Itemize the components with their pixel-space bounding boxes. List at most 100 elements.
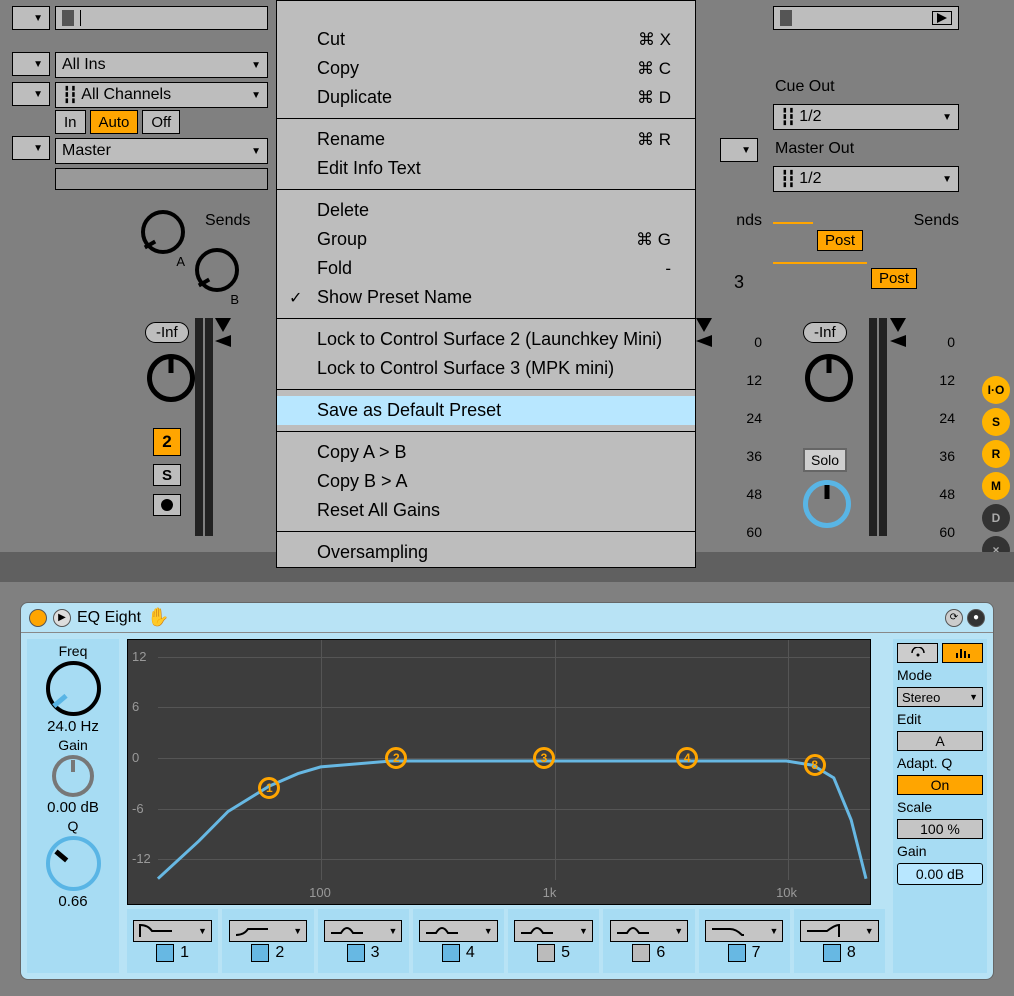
sends-label-2: nds (736, 212, 762, 230)
master-clip-slot[interactable] (773, 6, 959, 30)
gain-knob[interactable] (52, 755, 94, 797)
band-1-type[interactable]: ▼ (133, 920, 211, 942)
device-on-icon[interactable] (29, 609, 47, 627)
band-7-type[interactable]: ▼ (705, 920, 783, 942)
band-3-type[interactable]: ▼ (324, 920, 402, 942)
freq-knob[interactable] (46, 661, 101, 716)
menu-show-preset-name[interactable]: Show Preset Name (277, 283, 695, 312)
monitor-auto[interactable]: Auto (90, 110, 139, 134)
cue-out[interactable]: ┇┇1/2 (773, 104, 959, 130)
sends-label: Sends (205, 212, 250, 230)
monitor-off[interactable]: Off (142, 110, 180, 134)
meter-l (195, 318, 203, 536)
rail-r[interactable]: R (982, 440, 1010, 468)
menu-lock-to-control-surface-3-mpk-mini-[interactable]: Lock to Control Surface 3 (MPK mini) (277, 354, 695, 383)
master-out[interactable]: ┇┇1/2 (773, 166, 959, 192)
menu-group[interactable]: Group⌘ G (277, 225, 695, 254)
fader-left-icon-2[interactable] (696, 335, 712, 347)
solo-button[interactable]: S (153, 464, 181, 486)
audition-button[interactable] (897, 643, 938, 663)
band-4-type[interactable]: ▼ (419, 920, 497, 942)
track-dd-1[interactable] (12, 6, 50, 30)
band-2-type[interactable]: ▼ (229, 920, 307, 942)
menu-rename[interactable]: Rename⌘ R (277, 125, 695, 154)
scale-value[interactable]: 100 % (897, 819, 983, 839)
post-a[interactable]: Post (817, 230, 863, 251)
freq-value[interactable]: 24.0 Hz (47, 718, 99, 735)
output-sub[interactable] (55, 168, 268, 190)
track-dd-4[interactable] (12, 136, 50, 160)
track-activator[interactable]: 2 (153, 428, 181, 456)
pan-knob[interactable] (147, 354, 195, 402)
menu-lock-to-control-surface-2-launchkey-mini-[interactable]: Lock to Control Surface 2 (Launchkey Min… (277, 325, 695, 354)
device-refresh-icon[interactable]: ⟳ (945, 609, 963, 627)
outgain-value[interactable]: 0.00 dB (897, 863, 983, 885)
eq-node-3[interactable]: 3 (533, 747, 555, 769)
master-solo[interactable]: Solo (803, 448, 847, 472)
eq-graph[interactable]: -12-606121001k10k12348 (127, 639, 871, 905)
q-knob[interactable] (46, 836, 101, 891)
eq-node-2[interactable]: 2 (385, 747, 407, 769)
device-save-icon[interactable]: ● (967, 609, 985, 627)
menu-cut[interactable]: Cut⌘ X (277, 25, 695, 54)
band-2-enable[interactable] (251, 944, 269, 962)
cue-knob[interactable] (803, 480, 851, 528)
band-6-type[interactable]: ▼ (610, 920, 688, 942)
fader-down-icon-2[interactable] (696, 318, 712, 332)
send-a-knob[interactable]: A (141, 210, 185, 269)
device-title-bar[interactable]: ▶ EQ Eight ✋ ⟳ ● (21, 603, 993, 633)
eq-node-4[interactable]: 4 (676, 747, 698, 769)
device-preset-prev-icon[interactable]: ▶ (53, 609, 71, 627)
band-4-enable[interactable] (442, 944, 460, 962)
menu-fold[interactable]: Fold- (277, 254, 695, 283)
analyzer-button[interactable] (942, 643, 983, 663)
track-dd-2[interactable] (12, 52, 50, 76)
eq-node-8[interactable]: 8 (804, 754, 826, 776)
output-routing[interactable]: Master (55, 138, 268, 164)
menu-reset-all-gains[interactable]: Reset All Gains (277, 496, 695, 525)
menu-copy[interactable]: Copy⌘ C (277, 54, 695, 83)
vol-value[interactable]: -Inf (145, 322, 189, 343)
rail-s[interactable]: S (982, 408, 1010, 436)
midi-note-slot[interactable] (55, 6, 268, 30)
fader-left-icon-3[interactable] (890, 335, 906, 347)
adaptq-button[interactable]: On (897, 775, 983, 795)
menu-duplicate[interactable]: Duplicate⌘ D (277, 83, 695, 112)
fader-left-icon[interactable] (215, 335, 231, 347)
band-8-enable[interactable] (823, 944, 841, 962)
input-type[interactable]: All Ins (55, 52, 268, 78)
band-5-type[interactable]: ▼ (514, 920, 592, 942)
menu-copy-b-a[interactable]: Copy B > A (277, 467, 695, 496)
menu-edit-info-text[interactable]: Edit Info Text (277, 154, 695, 183)
send-b-knob[interactable]: B (195, 248, 239, 307)
input-channel[interactable]: ┇┇All Channels (55, 82, 268, 108)
band-7-enable[interactable] (728, 944, 746, 962)
gain-value[interactable]: 0.00 dB (47, 799, 99, 816)
fader-down-icon-3[interactable] (890, 318, 906, 332)
band-5: ▼5 (508, 909, 599, 973)
band-3-enable[interactable] (347, 944, 365, 962)
menu-save-as-default-preset[interactable]: Save as Default Preset (277, 396, 695, 425)
track-dd-3[interactable] (12, 82, 50, 106)
rail-m[interactable]: M (982, 472, 1010, 500)
rail-d[interactable]: D (982, 504, 1010, 532)
rail-io[interactable]: I·O (982, 376, 1010, 404)
eq-node-1[interactable]: 1 (258, 777, 280, 799)
edit-select[interactable]: A (897, 731, 983, 751)
menu-delete[interactable]: Delete (277, 196, 695, 225)
fader-down-icon[interactable] (215, 318, 231, 332)
q-value[interactable]: 0.66 (58, 893, 87, 910)
band-6-enable[interactable] (632, 944, 650, 962)
master-pan-knob[interactable] (805, 354, 853, 402)
overflow-dd[interactable] (720, 138, 758, 162)
band-5-enable[interactable] (537, 944, 555, 962)
mode-select[interactable]: Stereo (897, 687, 983, 707)
monitor-in[interactable]: In (55, 110, 86, 134)
master-vol[interactable]: -Inf (803, 322, 847, 343)
band-1-enable[interactable] (156, 944, 174, 962)
arm-button[interactable] (153, 494, 181, 516)
menu-copy-a-b[interactable]: Copy A > B (277, 438, 695, 467)
post-b[interactable]: Post (871, 268, 917, 289)
menu-oversampling[interactable]: Oversampling (277, 538, 695, 567)
band-8-type[interactable]: ▼ (800, 920, 878, 942)
